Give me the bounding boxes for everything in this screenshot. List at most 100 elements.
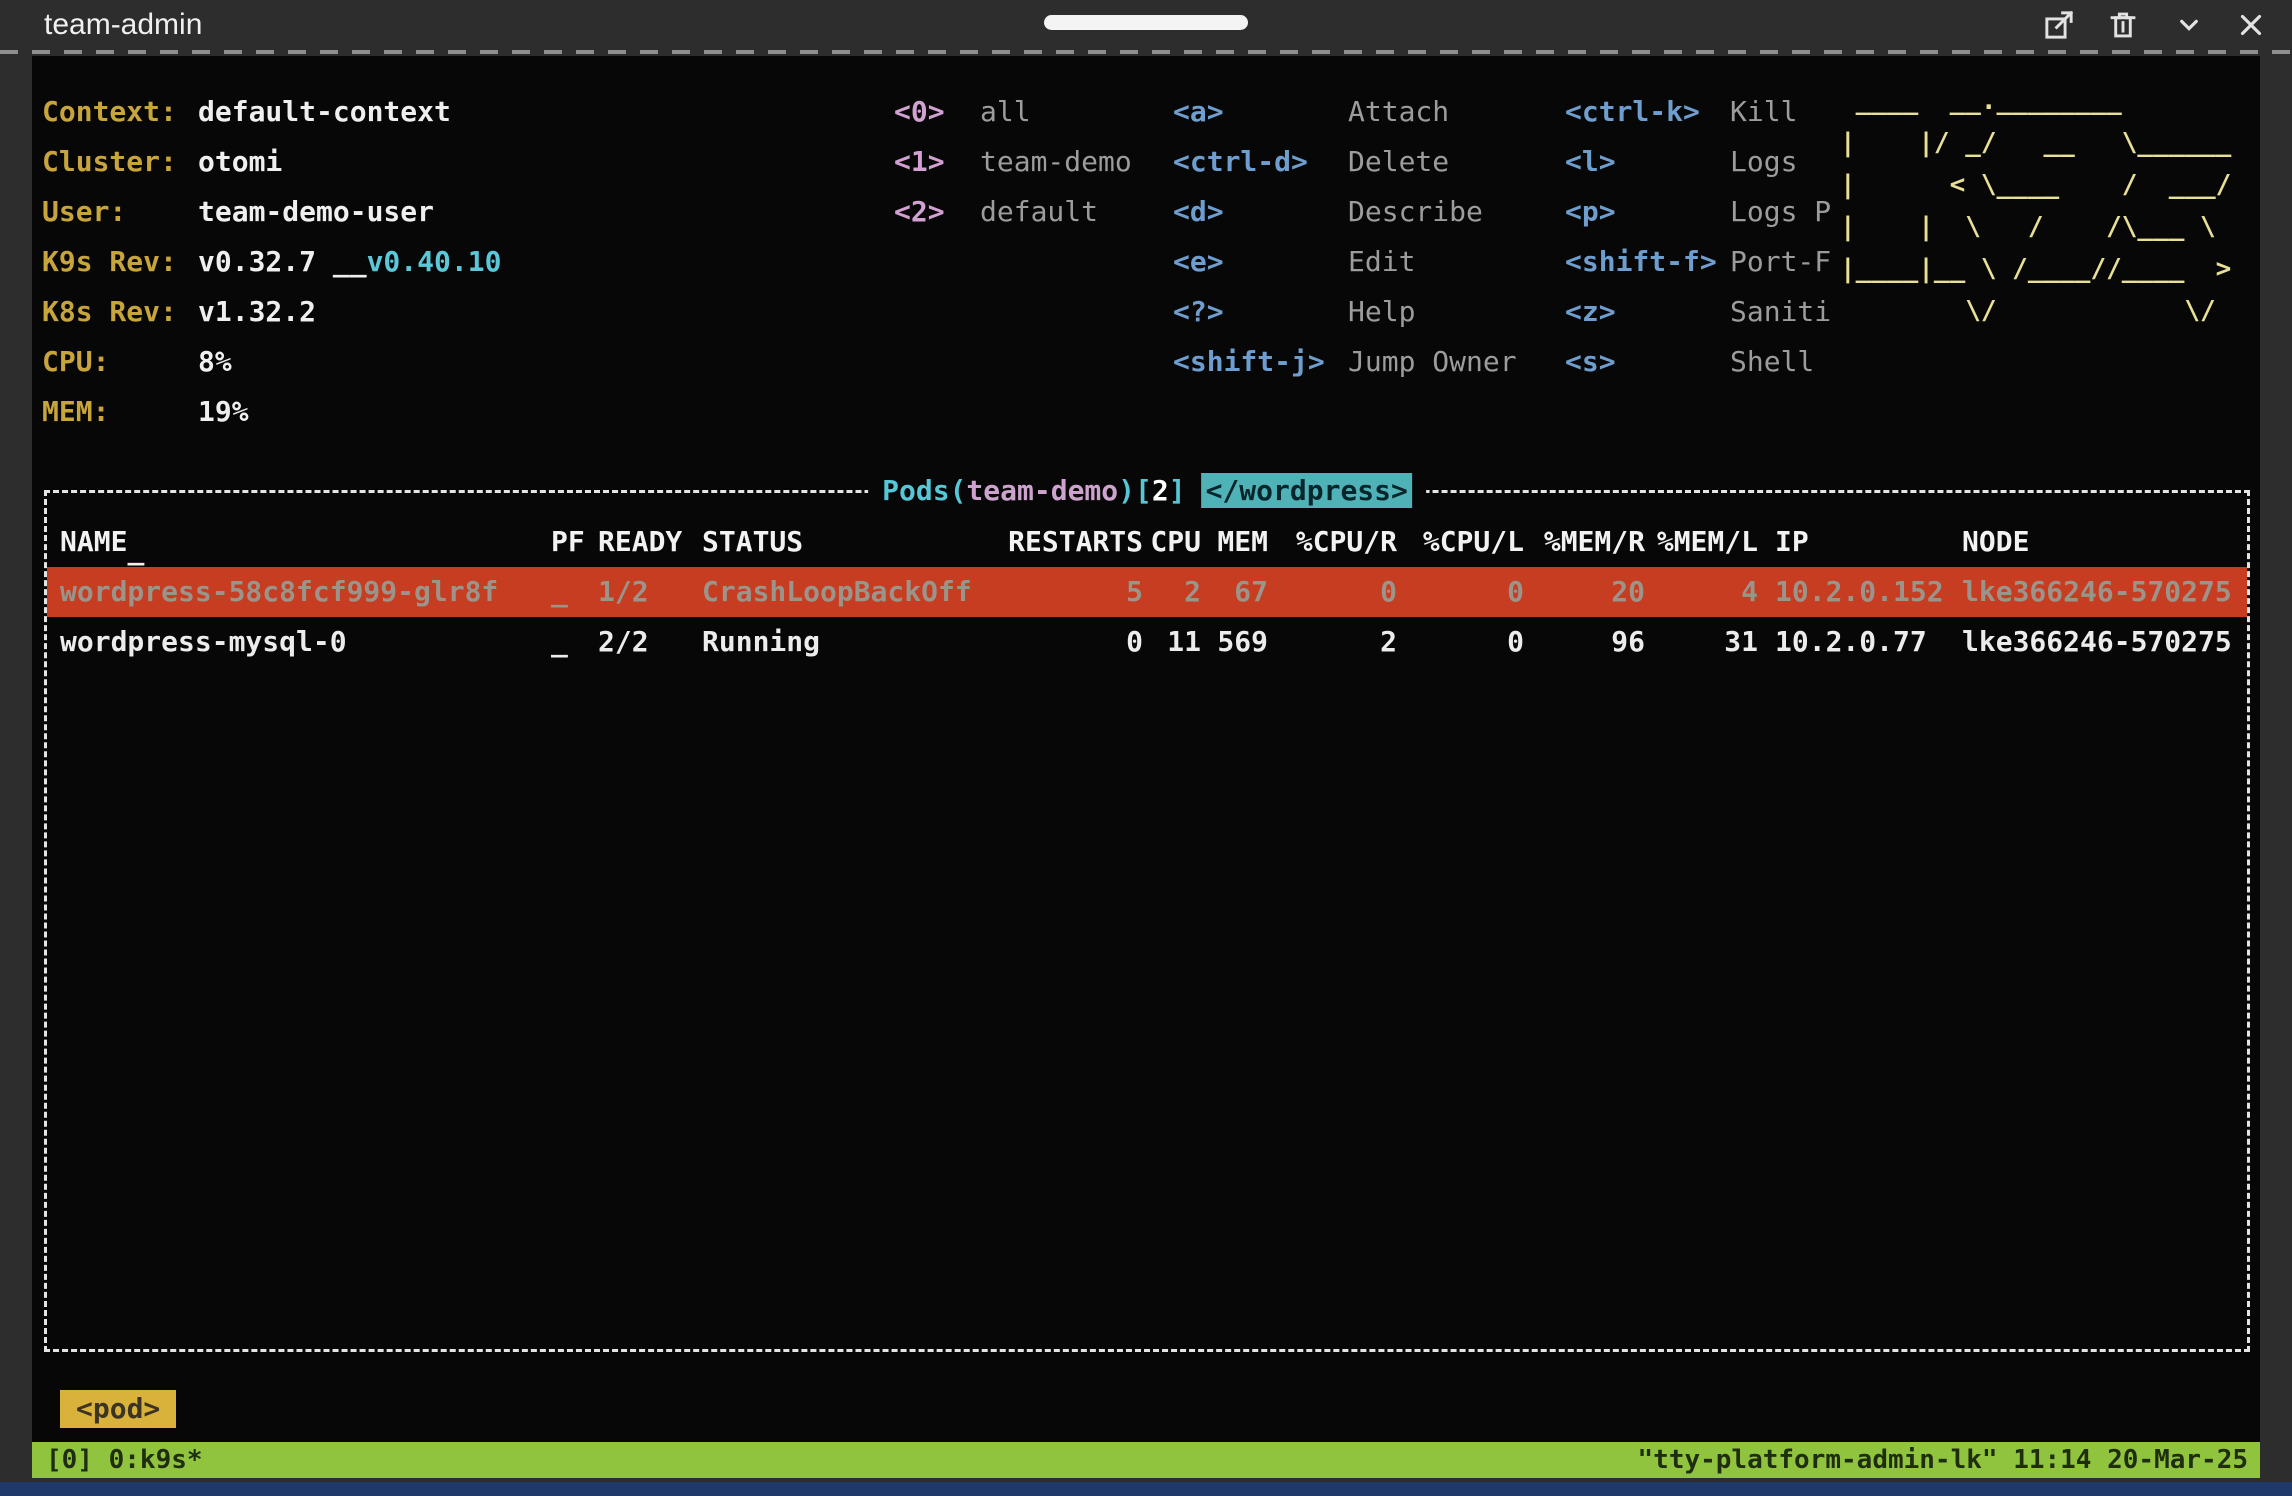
- hotkey-key: <p>: [1565, 187, 1730, 237]
- hotkey-port-forward: <shift-f>Port-F: [1565, 237, 1831, 287]
- info-row-k8s-rev: K8s Rev:v1.32.2: [42, 287, 501, 337]
- hotkey-attach: <a>Attach: [1173, 87, 1517, 137]
- hotkey-label: Edit: [1348, 245, 1415, 278]
- hotkey-label: Logs P: [1730, 195, 1831, 228]
- info-label: K8s Rev:: [42, 287, 198, 337]
- hotkey-label: Attach: [1348, 95, 1449, 128]
- window-titlebar: team-admin: [0, 0, 2292, 50]
- namespace-name: team-demo: [966, 474, 1118, 507]
- drag-handle[interactable]: [1044, 15, 1248, 30]
- hotkey-key: <ctrl-k>: [1565, 87, 1730, 137]
- header-pmem-l: %MEM/L: [47, 517, 1758, 567]
- command-hotkeys-col1: <a>Attach <ctrl-d>Delete <d>Describe <e>…: [1173, 87, 1517, 387]
- pods-table: NAME_ PF READY STATUS RESTARTS CPU MEM %…: [47, 517, 2247, 667]
- info-value: v0.32.7 __: [198, 245, 367, 278]
- hotkey-label: all: [980, 95, 1031, 128]
- info-row-user: User:team-demo-user: [42, 187, 501, 237]
- info-label: MEM:: [42, 387, 198, 437]
- namespace-hotkeys: <0>all <1>team-demo <2>default: [894, 87, 1132, 237]
- hotkey-label: Saniti: [1730, 295, 1831, 328]
- hotkey-key: <shift-j>: [1173, 337, 1348, 387]
- hotkey-label: Jump Owner: [1348, 345, 1517, 378]
- hotkey-namespace-team-demo: <1>team-demo: [894, 137, 1132, 187]
- pods-table-header: NAME_ PF READY STATUS RESTARTS CPU MEM %…: [47, 517, 2247, 567]
- k9s-terminal[interactable]: Context:default-context Cluster:otomi Us…: [32, 56, 2260, 1478]
- info-value: 19%: [198, 395, 249, 428]
- hotkey-key: <0>: [894, 87, 980, 137]
- info-label: CPU:: [42, 337, 198, 387]
- chevron-down-icon[interactable]: [2172, 8, 2206, 42]
- filter-badge: </wordpress>: [1202, 473, 1412, 508]
- resource-name: Pods: [882, 474, 949, 507]
- hotkey-label: Help: [1348, 295, 1415, 328]
- hotkey-delete: <ctrl-d>Delete: [1173, 137, 1517, 187]
- cell-pmem-l: 31: [47, 617, 1758, 667]
- punct: (: [950, 474, 967, 507]
- close-icon[interactable]: [2234, 8, 2268, 42]
- hotkey-logs: <l>Logs: [1565, 137, 1831, 187]
- hotkey-namespace-all: <0>all: [894, 87, 1132, 137]
- screen: team-admin Cont: [0, 0, 2292, 1496]
- info-row-cluster: Cluster:otomi: [42, 137, 501, 187]
- header-node: NODE: [1962, 517, 2029, 567]
- hotkey-label: Describe: [1348, 195, 1483, 228]
- info-value: team-demo-user: [198, 195, 434, 228]
- hotkey-namespace-default: <2>default: [894, 187, 1132, 237]
- pod-row[interactable]: wordpress-mysql-0 _ 2/2 Running 0 11 569…: [47, 617, 2247, 667]
- cell-ip: 10.2.0.77: [1775, 617, 1927, 667]
- punct: ]: [1169, 474, 1186, 507]
- pod-count: 2: [1152, 474, 1169, 507]
- info-value: 8%: [198, 345, 232, 378]
- hotkey-kill: <ctrl-k>Kill: [1565, 87, 1831, 137]
- hotkey-key: <e>: [1173, 237, 1348, 287]
- breadcrumb-pod: <pod>: [60, 1390, 176, 1428]
- hotkey-label: team-demo: [980, 145, 1132, 178]
- hotkey-help: <?>Help: [1173, 287, 1517, 337]
- tmux-status-bar: [0] 0:k9s* "tty-platform-admin-lk" 11:14…: [32, 1442, 2260, 1478]
- hotkey-label: Delete: [1348, 145, 1449, 178]
- info-row-k9s-rev: K9s Rev:v0.32.7 __v0.40.10: [42, 237, 501, 287]
- cell-node: lke366246-570275: [1962, 567, 2232, 617]
- hotkey-describe: <d>Describe: [1173, 187, 1517, 237]
- info-value: v1.32.2: [198, 295, 316, 328]
- hotkey-key: <?>: [1173, 287, 1348, 337]
- hotkey-key: <l>: [1565, 137, 1730, 187]
- k9s-upgrade-version: v0.40.10: [367, 245, 502, 278]
- info-row-mem: MEM:19%: [42, 387, 501, 437]
- hotkey-label: default: [980, 195, 1098, 228]
- trash-icon[interactable]: [2106, 8, 2140, 42]
- hotkey-jump-owner: <shift-j>Jump Owner: [1173, 337, 1517, 387]
- info-row-cpu: CPU:8%: [42, 337, 501, 387]
- cell-pmem-l: 4: [47, 567, 1758, 617]
- pods-panel: Pods(team-demo)[2]</wordpress> NAME_ PF …: [44, 490, 2250, 1352]
- pod-row[interactable]: wordpress-58c8fcf999-glr8f _ 1/2 CrashLo…: [47, 567, 2247, 617]
- hotkey-shell: <s>Shell: [1565, 337, 1831, 387]
- info-value: default-context: [198, 95, 451, 128]
- hotkey-label: Port-F: [1730, 245, 1831, 278]
- cluster-info-pane: Context:default-context Cluster:otomi Us…: [42, 87, 501, 437]
- hotkey-key: <2>: [894, 187, 980, 237]
- hotkey-label: Logs: [1730, 145, 1797, 178]
- hotkey-label: Kill: [1730, 95, 1797, 128]
- header-ip: IP: [1775, 517, 1809, 567]
- open-external-icon[interactable]: [2042, 8, 2076, 42]
- hotkey-logs-previous: <p>Logs P: [1565, 187, 1831, 237]
- hotkey-key: <1>: [894, 137, 980, 187]
- window-title: team-admin: [44, 0, 202, 50]
- tmux-host-clock: "tty-platform-admin-lk" 11:14 20-Mar-25: [1638, 1442, 2248, 1478]
- cell-node: lke366246-570275: [1962, 617, 2232, 667]
- command-hotkeys-col2: <ctrl-k>Kill <l>Logs <p>Logs P <shift-f>…: [1565, 87, 1831, 387]
- info-label: Context:: [42, 87, 198, 137]
- hotkey-key: <shift-f>: [1565, 237, 1730, 287]
- hotkey-key: <s>: [1565, 337, 1730, 387]
- hotkey-key: <ctrl-d>: [1173, 137, 1348, 187]
- hotkey-key: <d>: [1173, 187, 1348, 237]
- hotkey-key: <z>: [1565, 287, 1730, 337]
- punct: ): [1118, 474, 1135, 507]
- pods-panel-title: Pods(team-demo)[2]</wordpress>: [868, 466, 1426, 516]
- hotkey-sanitize: <z>Saniti: [1565, 287, 1831, 337]
- info-label: K9s Rev:: [42, 237, 198, 287]
- hotkey-key: <a>: [1173, 87, 1348, 137]
- info-value: otomi: [198, 145, 282, 178]
- k9s-logo-ascii: ____ __.________ | |/ _/ __ \______ | < …: [1840, 80, 2231, 332]
